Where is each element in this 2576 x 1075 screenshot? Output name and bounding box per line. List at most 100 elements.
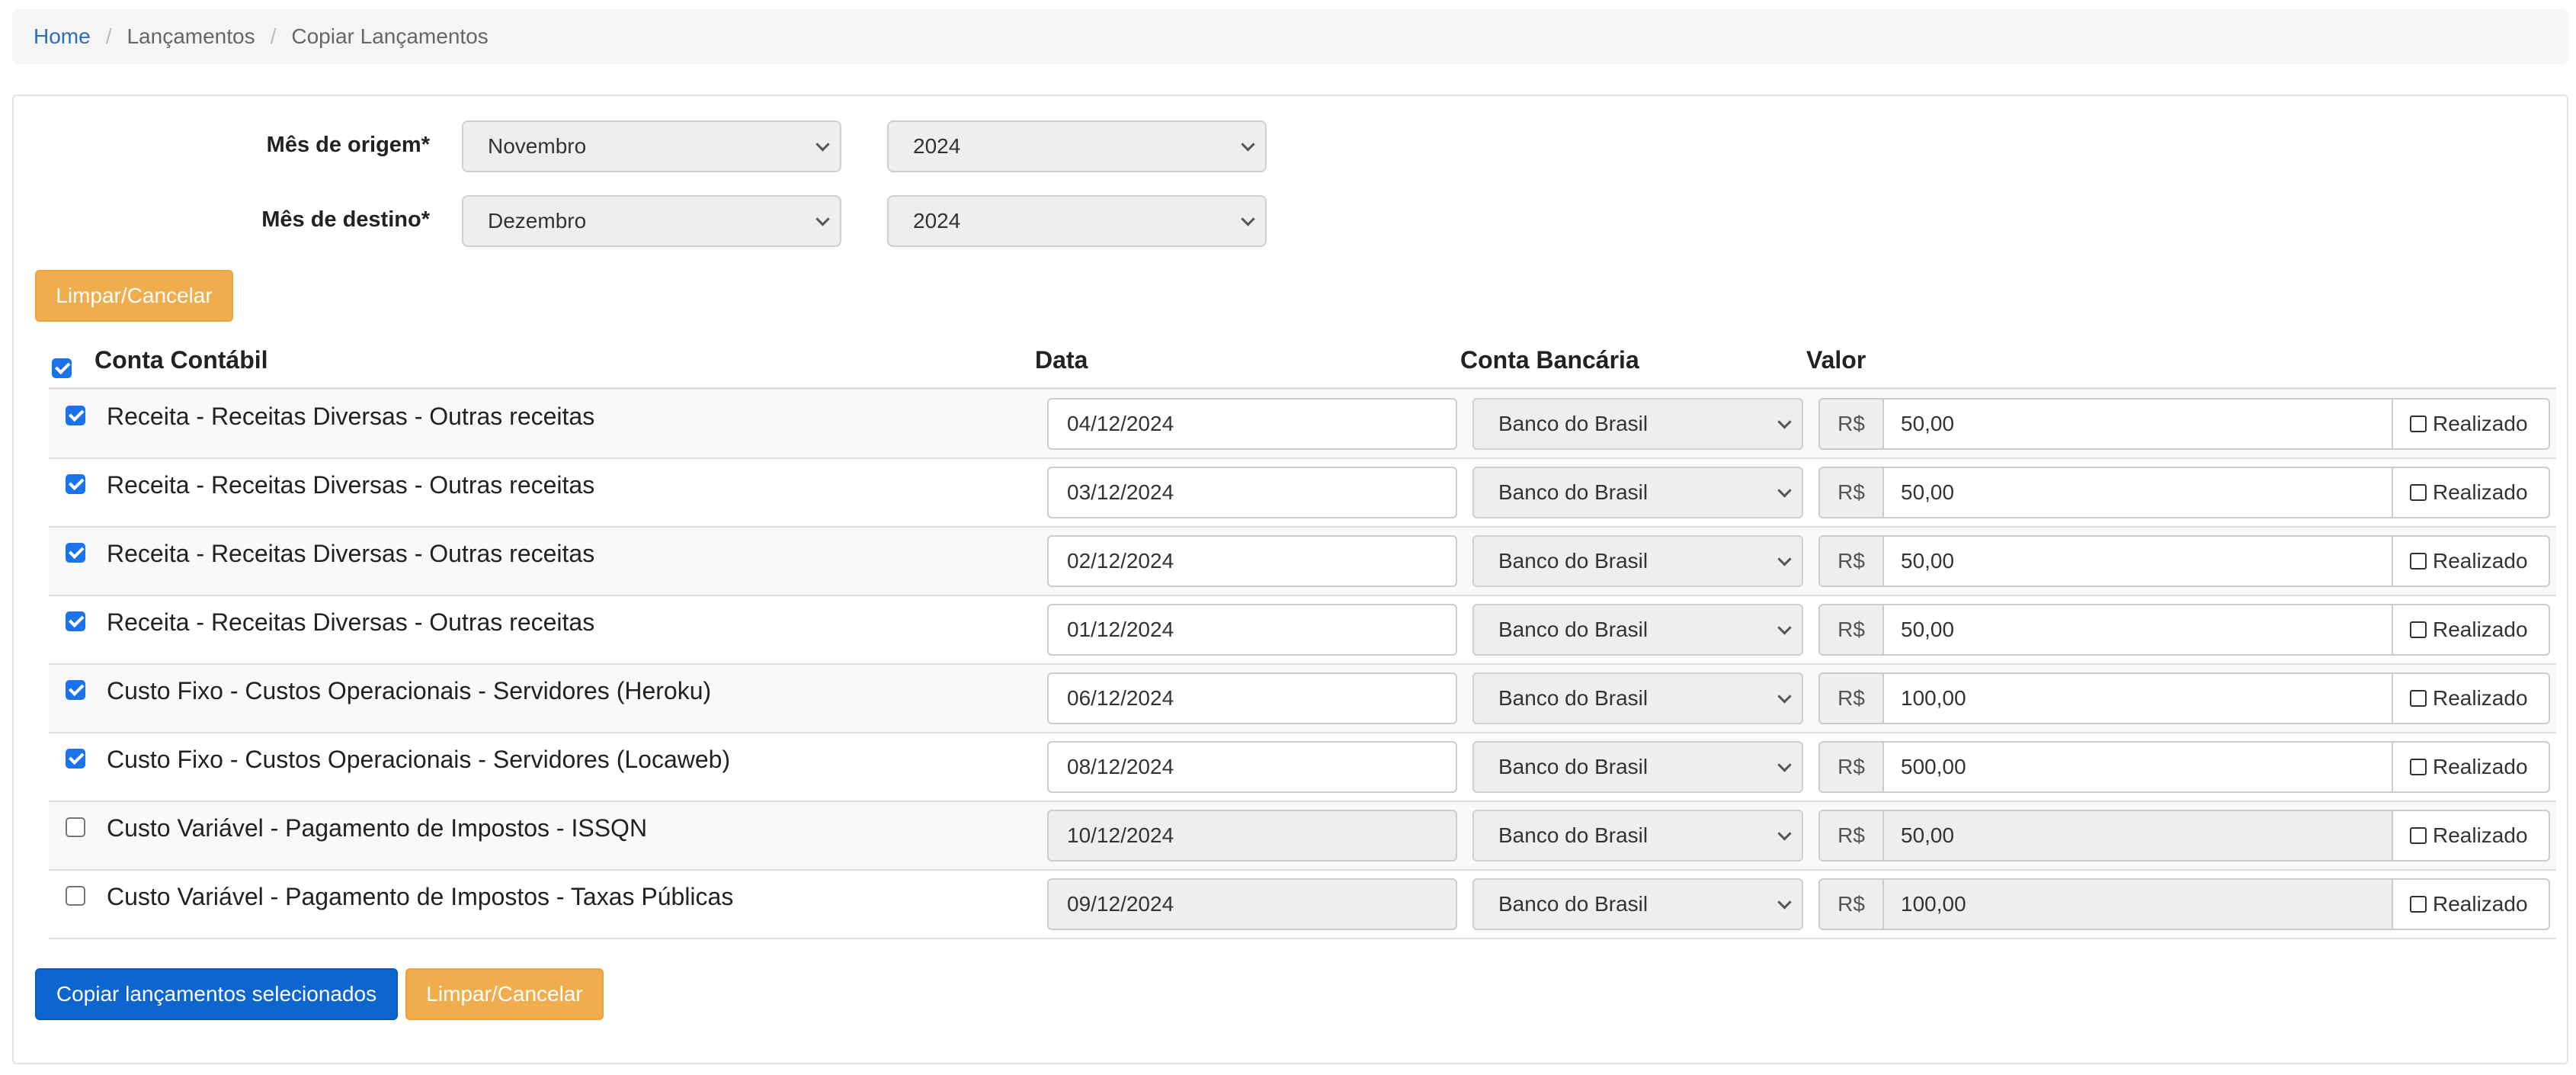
row-date-value: 08/12/2024 [1067,755,1174,778]
row-select-checkbox[interactable] [66,886,85,906]
realized-label: Realizado [2433,480,2528,504]
realized-label: Realizado [2433,549,2528,573]
chevron-down-icon [1777,689,1792,704]
breadcrumb-section[interactable]: Lançamentos [127,24,255,49]
currency-addon: R$ [1818,398,1884,450]
origin-year-select[interactable]: 2024 [887,120,1267,172]
currency-addon: R$ [1818,604,1884,656]
row-select-checkbox[interactable] [66,817,85,837]
currency-addon: R$ [1818,878,1884,930]
row-value-input[interactable]: 50,00 [1882,535,2393,587]
row-bank-select[interactable]: Banco do Brasil [1472,672,1803,724]
row-date-value: 01/12/2024 [1067,618,1174,641]
row-value: 100,00 [1901,892,1966,916]
row-date-input[interactable]: 09/12/2024 [1047,878,1457,930]
row-bank-select[interactable]: Banco do Brasil [1472,467,1803,518]
row-select-checkbox[interactable] [66,406,85,425]
row-date-input[interactable]: 03/12/2024 [1047,467,1457,518]
row-realized-toggle[interactable]: Realizado [2392,535,2550,587]
row-date-input[interactable]: 10/12/2024 [1047,810,1457,862]
row-realized-toggle[interactable]: Realizado [2392,604,2550,656]
row-value: 500,00 [1901,755,1966,778]
row-value-input[interactable]: 50,00 [1882,398,2393,450]
row-value-input[interactable]: 50,00 [1882,810,2393,862]
destination-year-value: 2024 [913,209,961,233]
row-realized-toggle[interactable]: Realizado [2392,398,2550,450]
clear-cancel-button-bottom[interactable]: Limpar/Cancelar [405,968,604,1020]
row-value-input[interactable]: 50,00 [1882,604,2393,656]
row-value-input[interactable]: 100,00 [1882,878,2393,930]
row-bank-select[interactable]: Banco do Brasil [1472,535,1803,587]
column-header-date: Data [1035,346,1088,374]
clear-cancel-button-top[interactable]: Limpar/Cancelar [35,270,233,322]
chevron-down-icon [1241,212,1255,226]
table-row: Custo Fixo - Custos Operacionais - Servi… [49,733,2556,802]
row-realized-toggle[interactable]: Realizado [2392,741,2550,793]
column-header-value: Valor [1806,346,1866,374]
row-value-input[interactable]: 50,00 [1882,467,2393,518]
realized-checkbox[interactable] [2410,896,2427,913]
destination-month-select[interactable]: Dezembro [462,195,841,247]
row-select-checkbox[interactable] [66,749,85,769]
realized-checkbox[interactable] [2410,690,2427,707]
realized-checkbox[interactable] [2410,416,2427,432]
row-bank-value: Banco do Brasil [1498,412,1648,435]
table-header-divider [49,387,2556,390]
realized-checkbox[interactable] [2410,553,2427,570]
origin-month-select[interactable]: Novembro [462,120,841,172]
row-bank-select[interactable]: Banco do Brasil [1472,741,1803,793]
currency-addon: R$ [1818,535,1884,587]
row-bank-select[interactable]: Banco do Brasil [1472,878,1803,930]
destination-year-select[interactable]: 2024 [887,195,1267,247]
row-value-input[interactable]: 100,00 [1882,672,2393,724]
row-date-value: 04/12/2024 [1067,412,1174,435]
chevron-down-icon [1777,415,1792,429]
copy-selected-button[interactable]: Copiar lançamentos selecionados [35,968,398,1020]
row-realized-toggle[interactable]: Realizado [2392,672,2550,724]
realized-checkbox[interactable] [2410,621,2427,638]
column-header-account: Conta Contábil [95,346,268,374]
row-bank-value: Banco do Brasil [1498,892,1648,916]
realized-checkbox[interactable] [2410,827,2427,844]
chevron-down-icon [815,212,830,226]
row-realized-toggle[interactable]: Realizado [2392,467,2550,518]
breadcrumb-separator: / [105,24,112,48]
breadcrumb-current: Copiar Lançamentos [291,24,489,48]
chevron-down-icon [1777,483,1792,498]
row-bank-value: Banco do Brasil [1498,823,1648,847]
row-select-checkbox[interactable] [66,543,85,563]
row-date-input[interactable]: 01/12/2024 [1047,604,1457,656]
row-bank-select[interactable]: Banco do Brasil [1472,604,1803,656]
currency-addon: R$ [1818,672,1884,724]
table-row: Receita - Receitas Diversas - Outras rec… [49,390,2556,459]
row-date-input[interactable]: 06/12/2024 [1047,672,1457,724]
chevron-down-icon [1777,621,1792,635]
row-account-name: Receita - Receitas Diversas - Outras rec… [107,608,595,636]
row-bank-value: Banco do Brasil [1498,686,1648,710]
row-date-input[interactable]: 02/12/2024 [1047,535,1457,587]
row-select-checkbox[interactable] [66,680,85,700]
row-bank-value: Banco do Brasil [1498,755,1648,778]
row-account-name: Custo Fixo - Custos Operacionais - Servi… [107,677,712,704]
row-date-value: 10/12/2024 [1067,823,1174,847]
row-value-input[interactable]: 500,00 [1882,741,2393,793]
row-value: 50,00 [1901,480,1955,504]
breadcrumb-separator: / [270,24,277,48]
row-value: 100,00 [1901,686,1966,710]
chevron-down-icon [1777,758,1792,772]
row-account-name: Receita - Receitas Diversas - Outras rec… [107,471,595,499]
row-bank-select[interactable]: Banco do Brasil [1472,398,1803,450]
realized-checkbox[interactable] [2410,484,2427,501]
row-date-input[interactable]: 04/12/2024 [1047,398,1457,450]
row-bank-select[interactable]: Banco do Brasil [1472,810,1803,862]
realized-label: Realizado [2433,686,2528,710]
row-realized-toggle[interactable]: Realizado [2392,878,2550,930]
realized-checkbox[interactable] [2410,759,2427,775]
breadcrumb-home-link[interactable]: Home [34,24,91,49]
chevron-down-icon [815,137,830,152]
select-all-checkbox[interactable] [52,358,72,378]
row-date-input[interactable]: 08/12/2024 [1047,741,1457,793]
row-realized-toggle[interactable]: Realizado [2392,810,2550,862]
row-select-checkbox[interactable] [66,474,85,494]
row-select-checkbox[interactable] [66,611,85,631]
